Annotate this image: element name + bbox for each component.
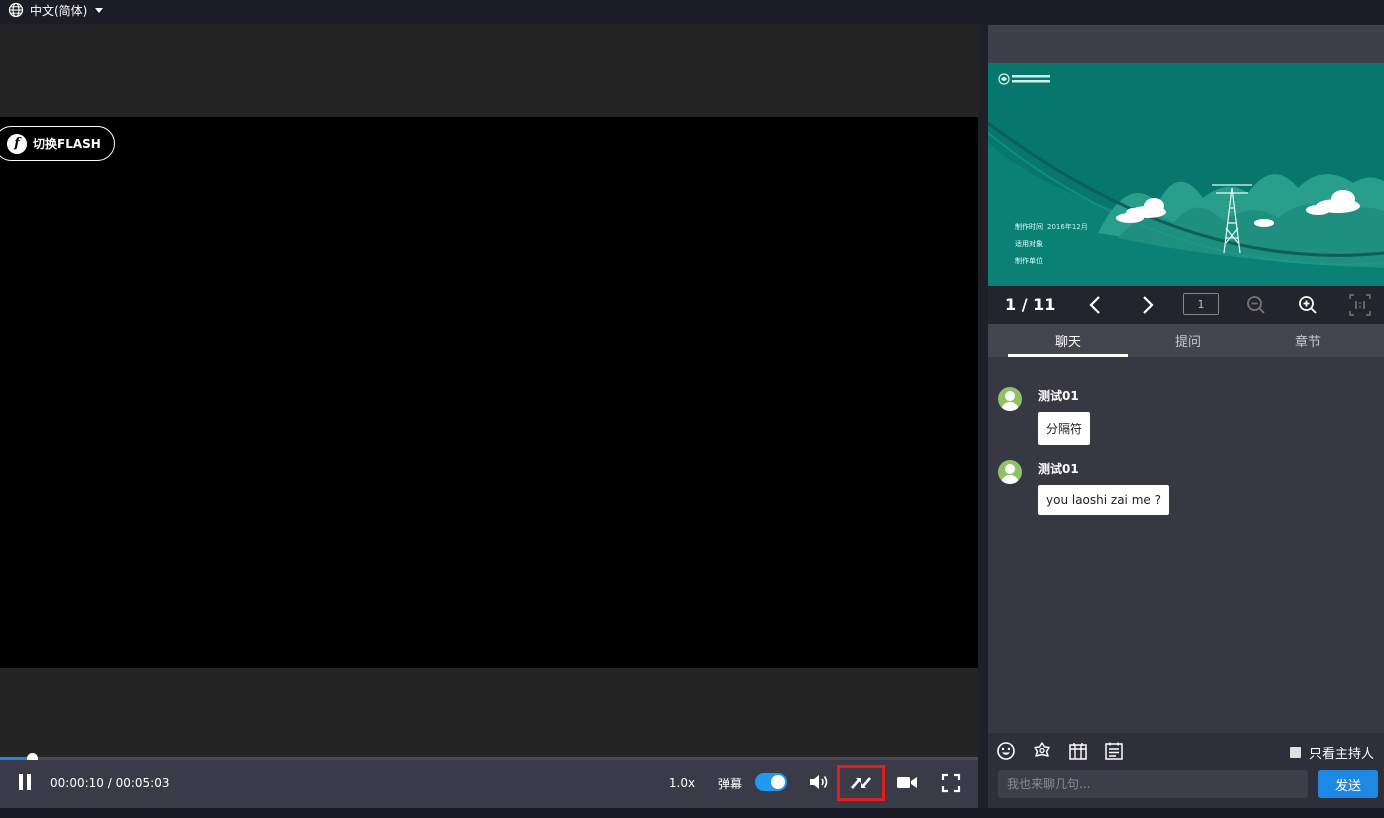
camera-button[interactable] <box>894 771 920 793</box>
slide-pager: 1 / 11 1 <box>988 286 1384 324</box>
zoom-in-icon <box>1299 296 1317 314</box>
danmu-label: 弹幕 <box>717 776 742 791</box>
slide-landscape <box>988 121 1384 286</box>
app-root: 中文(简体) f 切换FLASH 00:00:10 / 00:05:03 1.0… <box>0 0 1384 818</box>
host-only-label: 只看主持人 <box>1309 747 1375 762</box>
chat-input[interactable] <box>998 770 1308 798</box>
chat-list: 测试01 分隔符 测试01 you laoshi zai me ? <box>988 357 1384 733</box>
zoom-out-button[interactable] <box>1243 293 1269 317</box>
switch-layout-icon <box>851 777 871 789</box>
message-username: 测试01 <box>1038 389 1079 403</box>
emoji-icon[interactable] <box>996 741 1016 761</box>
checkbox-box[interactable] <box>1290 747 1301 758</box>
flower-icon[interactable] <box>1032 741 1052 761</box>
zoom-in-button[interactable] <box>1295 293 1321 317</box>
tab-bar: 聊天 提问 章节 <box>988 324 1384 357</box>
language-label: 中文(简体) <box>30 3 88 18</box>
actual-size-icon <box>1349 294 1371 316</box>
chevron-left-icon <box>1089 296 1100 314</box>
caret-down-icon <box>95 7 104 13</box>
control-bar: 00:00:10 / 00:05:03 1.0x 弹幕 <box>0 760 978 808</box>
pause-icon <box>19 774 23 790</box>
video-area[interactable] <box>0 117 978 668</box>
globe-icon <box>8 2 24 18</box>
tab-questions[interactable]: 提问 <box>1128 324 1248 357</box>
host-only-checkbox[interactable]: 只看主持人 <box>1290 743 1374 762</box>
page-input[interactable]: 1 <box>1183 293 1219 315</box>
prev-slide-button[interactable] <box>1082 293 1108 317</box>
slide-preview[interactable]: 制作时间 2016年12月 适用对象 制作单位 <box>988 63 1384 286</box>
notice-icon[interactable] <box>1104 741 1124 761</box>
language-selector[interactable]: 中文(简体) <box>8 1 104 19</box>
slide-line: 适用对象 <box>1015 240 1043 248</box>
calendar-icon[interactable] <box>1068 741 1088 761</box>
pause-button[interactable] <box>16 773 34 791</box>
speed-button[interactable]: 1.0x <box>664 774 700 792</box>
chevron-right-icon <box>1143 296 1154 314</box>
top-bar: 中文(简体) <box>0 0 1384 24</box>
fullscreen-icon <box>941 773 961 793</box>
zoom-out-icon <box>1247 296 1265 314</box>
slide-line: 制作时间 2016年12月 <box>1015 223 1088 231</box>
avatar <box>998 387 1022 411</box>
actual-size-button[interactable] <box>1347 293 1373 317</box>
message-text: you laoshi zai me ? <box>1038 485 1169 515</box>
send-button[interactable]: 发送 <box>1318 770 1378 798</box>
page-indicator: 1 / 11 <box>1005 295 1056 314</box>
danmu-toggle[interactable] <box>755 773 787 791</box>
tab-chapters[interactable]: 章节 <box>1248 324 1368 357</box>
bottom-strip <box>0 808 1384 818</box>
side-panel: 制作时间 2016年12月 适用对象 制作单位 1 / 11 1 聊天 提问 章… <box>988 25 1384 808</box>
fullscreen-button[interactable] <box>939 771 963 795</box>
avatar <box>998 460 1022 484</box>
time-display: 00:00:10 / 00:05:03 <box>50 776 170 790</box>
chat-composer: 发送 <box>988 767 1384 808</box>
switch-layout-button[interactable] <box>837 765 885 801</box>
volume-button[interactable] <box>807 771 831 793</box>
chat-toolbar: 只看主持人 <box>988 733 1384 767</box>
flash-icon: f <box>7 133 27 154</box>
switch-flash-label: 切换FLASH <box>33 137 101 151</box>
side-header <box>988 25 1384 63</box>
video-player: f 切换FLASH 00:00:10 / 00:05:03 1.0x 弹幕 <box>0 24 978 808</box>
message-username: 测试01 <box>1038 462 1079 476</box>
volume-icon <box>810 775 828 789</box>
next-slide-button[interactable] <box>1135 293 1161 317</box>
slide-line: 制作单位 <box>1015 257 1043 265</box>
switch-flash-button[interactable]: f 切换FLASH <box>0 126 115 161</box>
camera-icon <box>897 777 917 788</box>
message-text: 分隔符 <box>1038 412 1091 445</box>
tab-chat[interactable]: 聊天 <box>1008 324 1128 357</box>
